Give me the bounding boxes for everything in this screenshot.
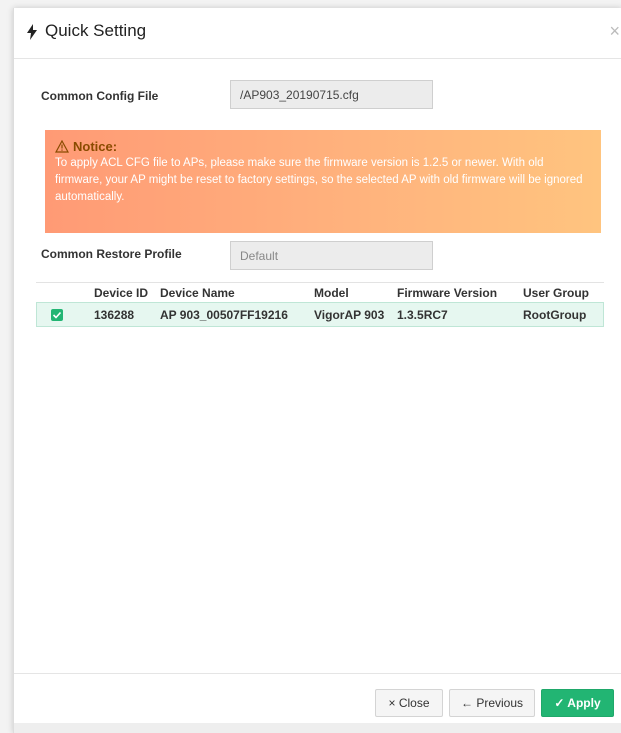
header-firmware-version: Firmware Version	[397, 286, 498, 300]
cell-device-id: 136288	[94, 308, 135, 322]
restore-profile-field: Default	[230, 241, 433, 270]
restore-profile-label: Common Restore Profile	[41, 247, 182, 261]
bottom-strip	[14, 723, 621, 733]
close-icon[interactable]: ×	[609, 22, 620, 40]
notice-text: To apply ACL CFG file to APs, please mak…	[55, 157, 583, 203]
table-row[interactable]: 136288 AP 903_00507FF19216 VigorAP 903 1…	[36, 302, 604, 327]
notice-heading: Notice:	[55, 139, 591, 154]
header-device-name: Device Name	[160, 286, 235, 300]
header-user-group: User Group	[523, 286, 590, 300]
close-button[interactable]: × Close	[375, 689, 443, 717]
cell-firmware-version: 1.3.5RC7	[397, 308, 448, 322]
quick-setting-dialog: Quick Setting × Common Config File /AP90…	[13, 8, 621, 733]
device-table: Device ID Device Name Model Firmware Ver…	[36, 282, 604, 327]
row-checkbox[interactable]	[51, 309, 63, 321]
common-config-field: /AP903_20190715.cfg	[230, 80, 433, 109]
notice-box: Notice: To apply ACL CFG file to APs, pl…	[45, 130, 601, 233]
cell-device-name: AP 903_00507FF19216	[160, 308, 288, 322]
warning-icon	[55, 140, 69, 153]
cell-model: VigorAP 903	[314, 308, 385, 322]
previous-button[interactable]: ← Previous	[449, 689, 535, 717]
lightning-icon	[27, 24, 37, 40]
table-header: Device ID Device Name Model Firmware Ver…	[36, 282, 604, 302]
check-icon	[52, 311, 62, 319]
dialog-title: Quick Setting	[45, 21, 147, 40]
header-model: Model	[314, 286, 349, 300]
cell-user-group: RootGroup	[523, 308, 587, 322]
dialog-header: Quick Setting ×	[14, 8, 621, 59]
notice-heading-text: Notice:	[73, 139, 118, 154]
header-device-id: Device ID	[94, 286, 149, 300]
apply-button[interactable]: ✓ Apply	[541, 689, 614, 717]
common-config-label: Common Config File	[41, 89, 159, 103]
footer-divider	[14, 673, 621, 674]
